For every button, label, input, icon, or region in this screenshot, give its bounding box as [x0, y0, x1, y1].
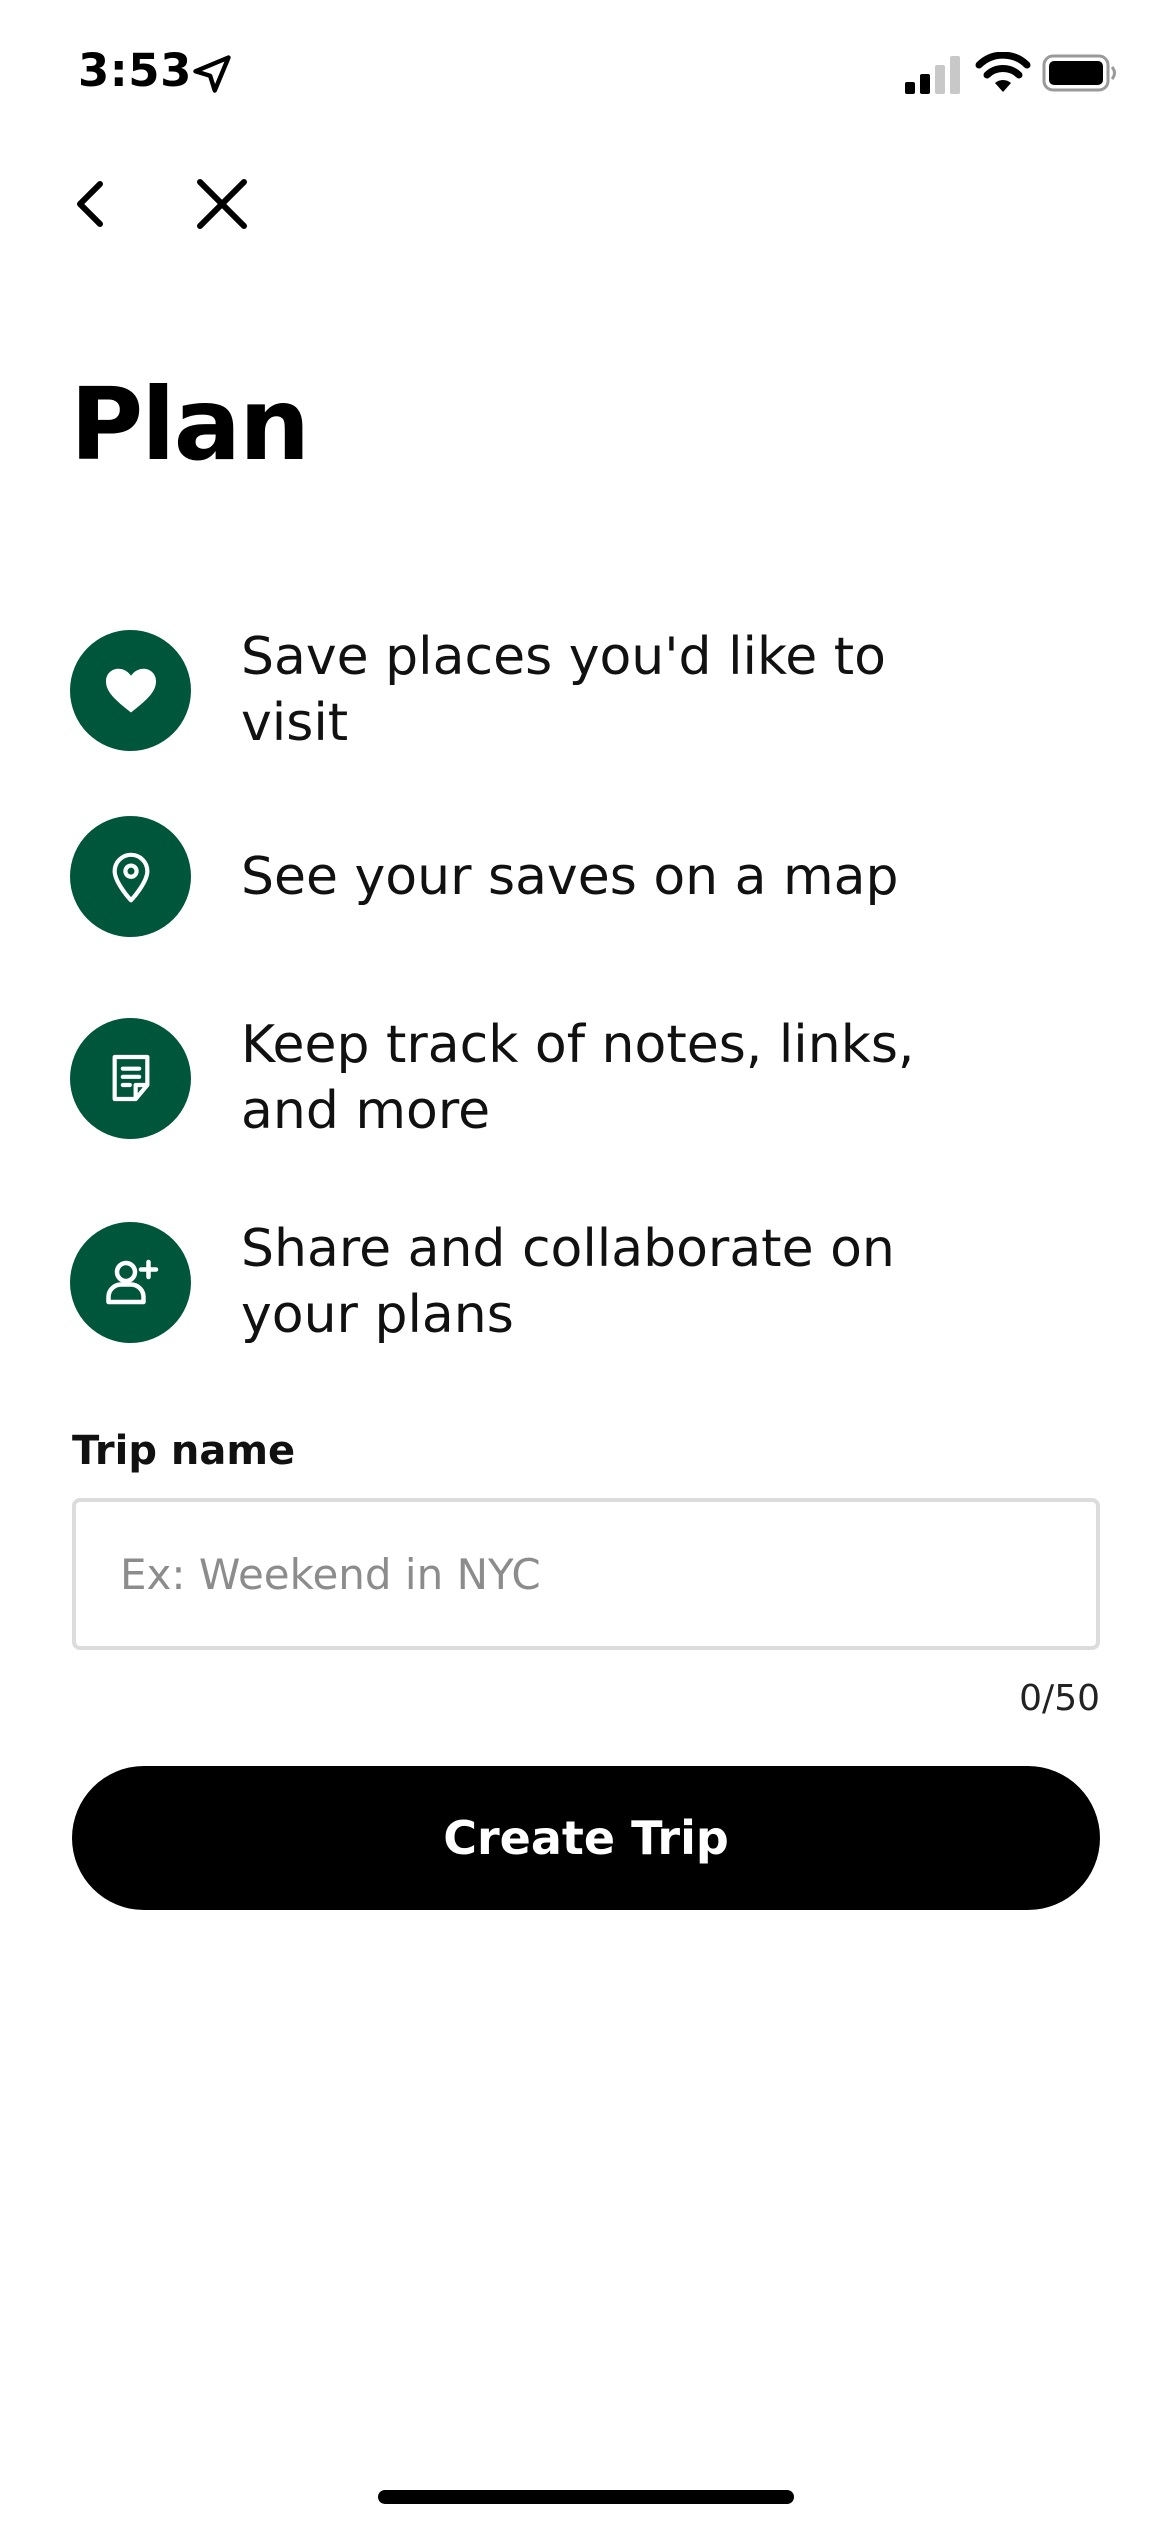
feature-text: Keep track of notes, links, and more — [241, 1015, 915, 1141]
add-user-icon — [70, 1221, 191, 1343]
cellular-signal-icon — [905, 56, 960, 94]
char-count: 0/50 — [1019, 1678, 1100, 1719]
feature-text: Save places you'd like to visit — [241, 627, 886, 753]
status-time: 3:53 — [78, 44, 192, 97]
back-button[interactable] — [60, 172, 124, 236]
feature-share: Share and collaborate on your plans — [70, 1216, 1110, 1348]
feature-save-places: Save places you'd like to visit — [70, 624, 1110, 756]
trip-name-input[interactable] — [72, 1498, 1100, 1650]
trip-name-label: Trip name — [72, 1428, 296, 1474]
location-arrow-icon — [193, 55, 231, 93]
map-pin-icon — [70, 816, 191, 937]
note-icon — [70, 1017, 191, 1139]
feature-text: Share and collaborate on your plans — [241, 1219, 895, 1345]
create-trip-button[interactable]: Create Trip — [72, 1766, 1100, 1910]
heart-icon — [70, 629, 191, 751]
feature-map: See your saves on a map — [70, 816, 1110, 937]
battery-icon — [1042, 54, 1116, 92]
wifi-icon — [975, 52, 1031, 92]
home-indicator — [378, 2490, 794, 2504]
close-button[interactable] — [190, 172, 254, 236]
feature-text: See your saves on a map — [241, 846, 899, 907]
page-title: Plan — [70, 366, 310, 483]
feature-notes: Keep track of notes, links, and more — [70, 1012, 1110, 1144]
